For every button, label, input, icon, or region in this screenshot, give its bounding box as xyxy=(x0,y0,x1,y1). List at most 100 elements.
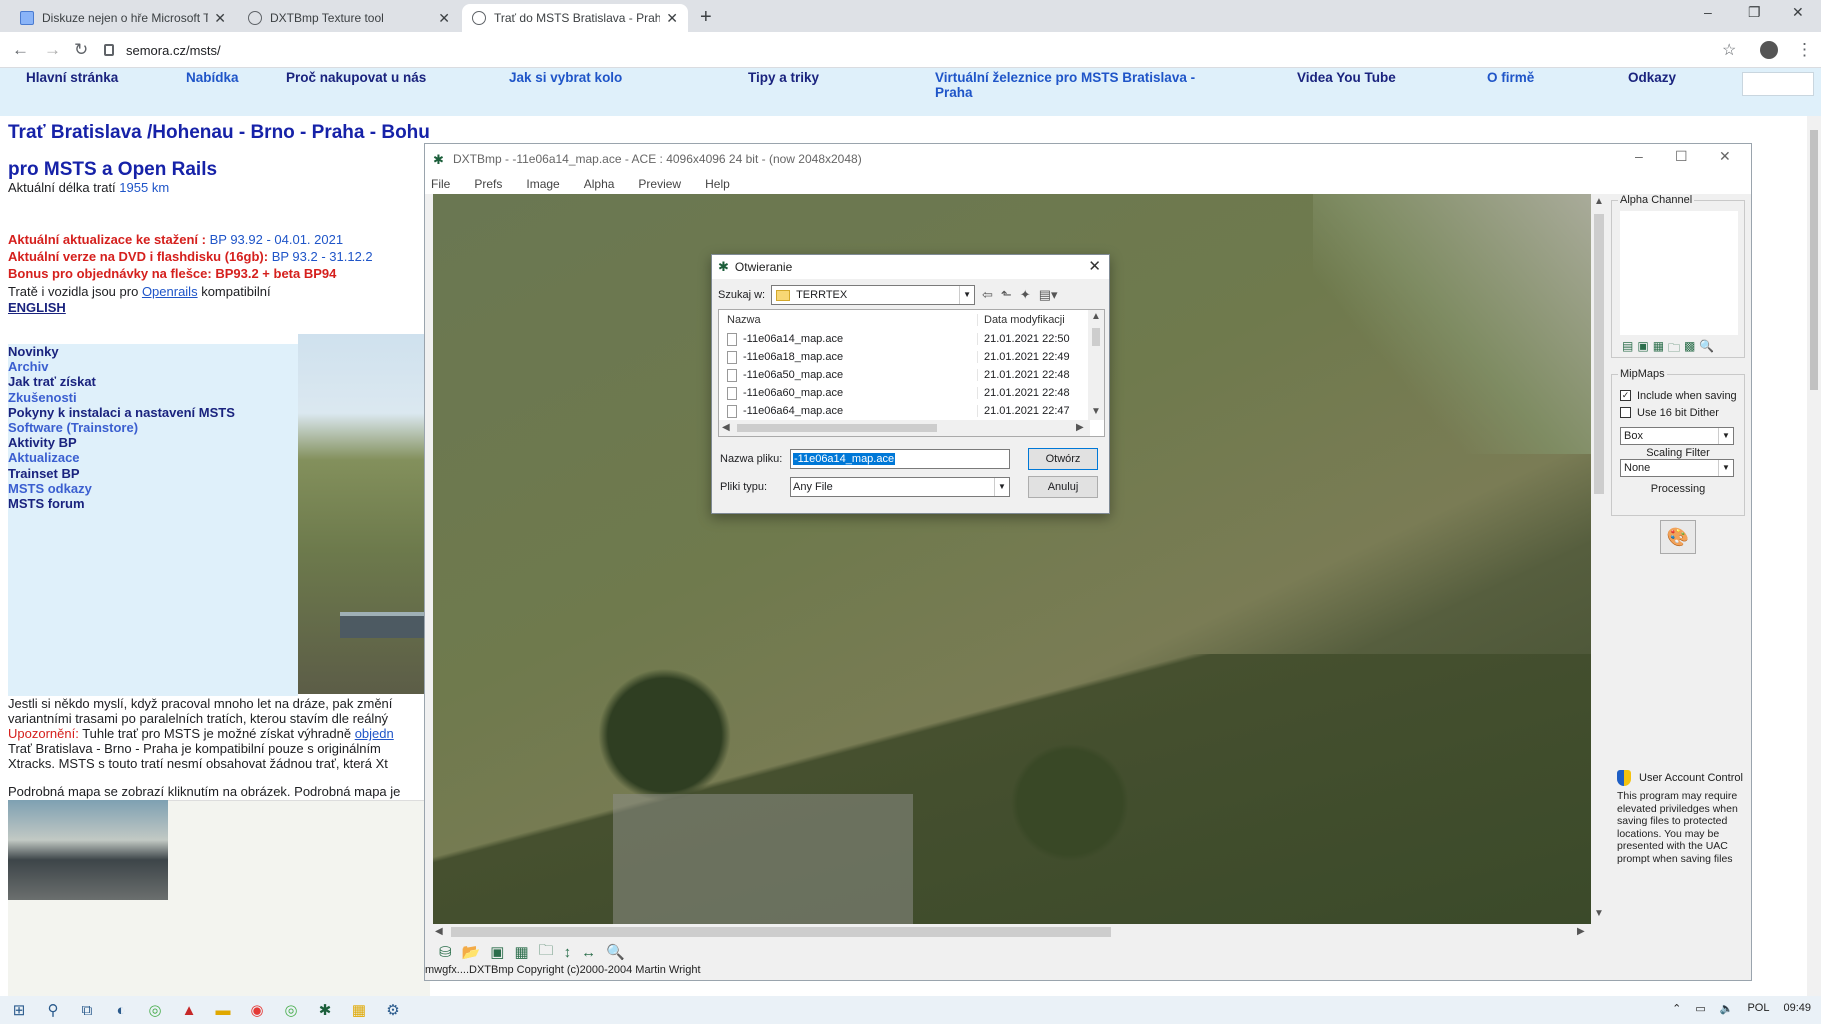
tab-discussion[interactable]: Diskuze nejen o hře Microsoft Tr ✕ xyxy=(10,4,236,32)
profile-avatar[interactable] xyxy=(1760,41,1778,59)
cab-photo[interactable] xyxy=(8,800,168,900)
file-list-hscroll[interactable]: ◀ ▶ xyxy=(719,420,1090,436)
back-icon[interactable]: ← xyxy=(12,40,29,60)
address-bar[interactable]: semora.cz/msts/ xyxy=(104,36,1724,64)
notepad-icon[interactable]: ▦ xyxy=(342,1001,376,1019)
menu-experience[interactable]: Zkušenosti xyxy=(8,390,298,405)
palette-icon[interactable]: 🎨 xyxy=(1660,520,1696,554)
image-icon[interactable]: ▦ xyxy=(514,943,528,961)
file-row[interactable]: -11e06a50_map.ace 21.01.2021 22:48 xyxy=(719,366,1104,384)
file-list-vscroll[interactable]: ▲ ▼ xyxy=(1088,310,1104,420)
menu-updates[interactable]: Aktualizace xyxy=(8,450,298,465)
nav-about[interactable]: O firmě xyxy=(1487,70,1534,85)
scroll-up-icon[interactable]: ▲ xyxy=(1594,196,1604,207)
menu-activities[interactable]: Aktivity BP xyxy=(8,435,298,450)
canvas-vscroll-thumb[interactable] xyxy=(1594,214,1604,494)
filename-input[interactable]: -11e06a14_map.ace xyxy=(790,449,1010,469)
volume-icon[interactable]: 🔈 xyxy=(1720,1002,1734,1015)
file-row[interactable]: -11e06a64_map.ace 21.01.2021 22:47 xyxy=(719,402,1104,420)
folder-icon[interactable]: 🗀 xyxy=(539,940,554,965)
zoom-icon[interactable]: 🔍 xyxy=(606,943,625,961)
menu-help[interactable]: Help xyxy=(705,177,730,191)
scroll-right-icon[interactable]: ▶ xyxy=(1577,926,1585,937)
minimize-icon[interactable]: – xyxy=(1635,148,1643,164)
alpha-save-icon[interactable]: ▣ xyxy=(1637,339,1648,360)
scroll-right-icon[interactable]: ▶ xyxy=(1076,422,1084,433)
filetype-select[interactable]: Any File ▼ xyxy=(790,477,1010,497)
english-link[interactable]: ENGLISH xyxy=(8,300,66,315)
menu-file[interactable]: File xyxy=(431,177,450,191)
scroll-left-icon[interactable]: ◀ xyxy=(435,926,443,937)
railway-photo[interactable] xyxy=(298,334,430,694)
file-list-vscroll-thumb[interactable] xyxy=(1092,328,1100,346)
alpha-preview[interactable] xyxy=(1620,211,1738,335)
alpha-picture-icon[interactable]: ▩ xyxy=(1684,339,1695,360)
cancel-button[interactable]: Anuluj xyxy=(1028,476,1098,498)
nav-links[interactable]: Odkazy xyxy=(1628,70,1676,85)
scaling-filter-select[interactable]: None ▼ xyxy=(1620,459,1734,477)
scroll-up-icon[interactable]: ▲ xyxy=(1091,311,1101,322)
maximize-icon[interactable]: ☐ xyxy=(1675,148,1688,165)
menu-trainset[interactable]: Trainset BP xyxy=(8,466,298,481)
file-row[interactable]: -11e06a60_map.ace 21.01.2021 22:48 xyxy=(719,384,1104,402)
nav-why-buy[interactable]: Proč nakupovat u nás xyxy=(286,70,426,85)
file-row[interactable]: -11e06a18_map.ace 21.01.2021 22:49 xyxy=(719,348,1104,366)
menu-msts-links[interactable]: MSTS odkazy xyxy=(8,481,298,496)
tab-trat-msts[interactable]: Trať do MSTS Bratislava - Praha ✕ xyxy=(462,4,688,32)
new-tab-icon[interactable]: + xyxy=(700,6,712,29)
file-explorer-icon[interactable]: ▬ xyxy=(206,1002,240,1019)
nav-banner-image[interactable] xyxy=(1742,72,1814,96)
page-scroll-thumb[interactable] xyxy=(1810,130,1818,390)
menu-software[interactable]: Software (Trainstore) xyxy=(8,420,298,435)
openrails-link[interactable]: Openrails xyxy=(142,284,198,299)
nav-virtual-railway-line2[interactable]: Praha xyxy=(935,85,973,100)
view-menu-icon[interactable]: ▤▾ xyxy=(1039,287,1058,303)
close-icon[interactable]: ✕ xyxy=(438,10,450,27)
mipmap-filter-select[interactable]: Box ▼ xyxy=(1620,427,1734,445)
search-icon[interactable]: ⚲ xyxy=(36,1001,70,1019)
clock[interactable]: 09:49 xyxy=(1783,1002,1811,1015)
menu-image[interactable]: Image xyxy=(526,177,559,191)
open-icon[interactable]: ⛁ xyxy=(439,943,452,961)
scroll-down-icon[interactable]: ▼ xyxy=(1594,908,1604,919)
column-name[interactable]: Nazwa xyxy=(719,314,977,326)
canvas-hscroll-thumb[interactable] xyxy=(451,927,1111,937)
order-link[interactable]: objedn xyxy=(355,726,394,741)
alpha-zoom-icon[interactable]: 🔍 xyxy=(1699,339,1714,360)
menu-preview[interactable]: Preview xyxy=(638,177,681,191)
nav-home[interactable]: Hlavní stránka xyxy=(26,70,118,85)
forward-icon[interactable]: → xyxy=(44,40,61,60)
file-list-hscroll-thumb[interactable] xyxy=(737,424,937,432)
menu-news[interactable]: Novinky xyxy=(8,344,298,359)
up-folder-icon[interactable]: ⬑ xyxy=(1001,287,1012,303)
file-row[interactable]: -11e06a14_map.ace 21.01.2021 22:50 xyxy=(719,330,1104,348)
new-folder-icon[interactable]: ✦ xyxy=(1020,287,1031,303)
close-icon[interactable]: ✕ xyxy=(666,10,678,27)
menu-prefs[interactable]: Prefs xyxy=(474,177,502,191)
menu-alpha[interactable]: Alpha xyxy=(584,177,615,191)
look-in-select[interactable]: TERRTEX ▼ xyxy=(771,285,976,305)
use-16bit-dither-checkbox[interactable]: Use 16 bit Dither xyxy=(1620,404,1744,421)
save-icon[interactable]: ▣ xyxy=(490,943,504,961)
language-indicator[interactable]: POL xyxy=(1747,1002,1769,1015)
include-when-saving-checkbox[interactable]: ✓ Include when saving xyxy=(1620,387,1744,404)
menu-archive[interactable]: Archiv xyxy=(8,359,298,374)
scroll-left-icon[interactable]: ◀ xyxy=(722,422,730,433)
dxtbmp-taskbar-icon[interactable]: ✱ xyxy=(308,1001,342,1019)
flip-horizontal-icon[interactable]: ↔ xyxy=(581,944,596,961)
close-icon[interactable]: ✕ xyxy=(214,10,226,27)
chrome-icon[interactable]: ◉ xyxy=(240,1001,274,1019)
alpha-image-icon[interactable]: ▦ xyxy=(1653,339,1664,360)
close-window-icon[interactable]: ✕ xyxy=(1792,4,1804,21)
scroll-down-icon[interactable]: ▼ xyxy=(1091,406,1101,417)
network-icon[interactable]: ▭ xyxy=(1695,1002,1705,1015)
nav-offer[interactable]: Nabídka xyxy=(186,70,239,85)
chevron-up-icon[interactable]: ⌃ xyxy=(1672,1002,1681,1015)
start-icon[interactable]: ⊞ xyxy=(2,1001,36,1019)
alpha-folder-icon[interactable]: 🗀 xyxy=(1668,339,1680,360)
close-icon[interactable]: ✕ xyxy=(1088,257,1101,275)
nav-choose-bike[interactable]: Jak si vybrat kolo xyxy=(509,70,622,85)
minimize-icon[interactable]: – xyxy=(1704,4,1712,20)
canvas-vertical-scrollbar[interactable]: ▲ ▼ xyxy=(1591,194,1607,924)
page-scrollbar[interactable] xyxy=(1807,116,1821,996)
